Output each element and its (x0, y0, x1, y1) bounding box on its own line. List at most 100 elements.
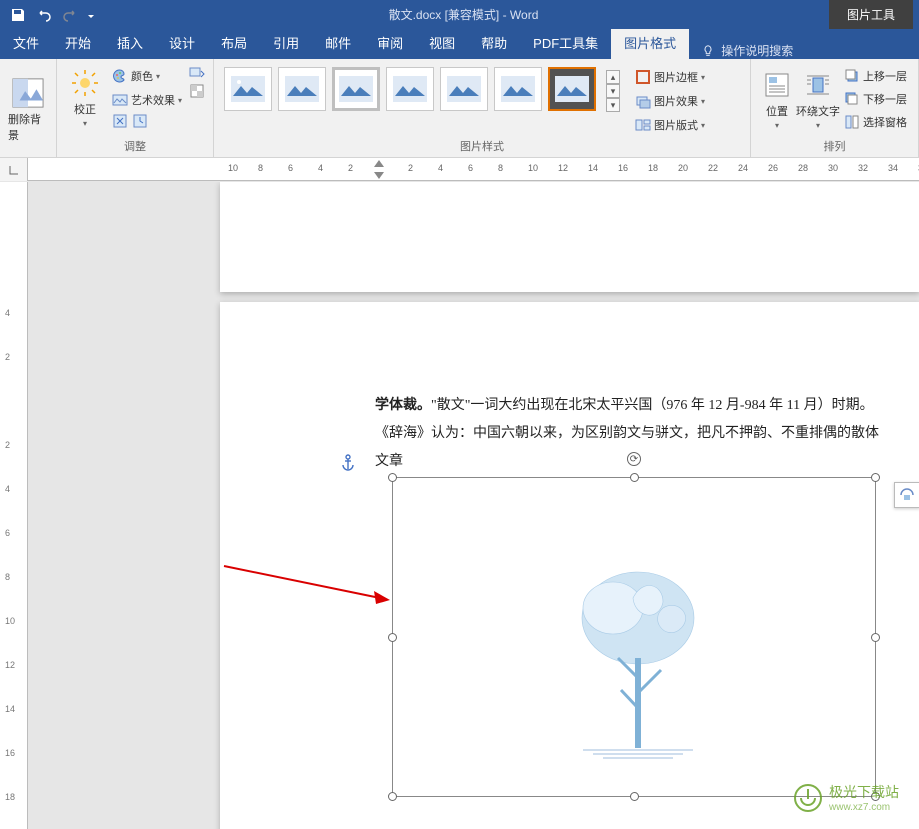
group-adjust: 校正 ▾ 颜色▾ 艺术效果▾ (57, 59, 214, 157)
wrap-icon (805, 72, 831, 98)
layout-options-button[interactable] (894, 482, 919, 508)
effects-icon (635, 93, 651, 109)
resize-handle-bl[interactable] (388, 792, 397, 801)
tab-file[interactable]: 文件 (0, 29, 52, 59)
forward-label: 上移一层 (863, 68, 907, 84)
tab-view[interactable]: 视图 (416, 29, 468, 59)
gallery-down[interactable]: ▾ (606, 84, 620, 98)
style-thumb-2[interactable] (278, 67, 326, 111)
chevron-down-icon (86, 10, 96, 20)
compress-pictures-button[interactable] (112, 113, 128, 129)
layout-icon (635, 117, 651, 133)
undo-button[interactable] (32, 3, 56, 27)
position-label: 位置 (766, 103, 788, 119)
watermark-url: www.xz7.com (829, 802, 899, 813)
picture-effects-button[interactable]: 图片效果▾ (632, 90, 708, 112)
save-icon (10, 7, 26, 23)
tell-me-search[interactable]: 操作说明搜索 (689, 42, 805, 59)
tab-review[interactable]: 审阅 (364, 29, 416, 59)
style-thumb-5[interactable] (440, 67, 488, 111)
document-title: 散文.docx [兼容模式] - Word (98, 6, 829, 23)
horizontal-ruler[interactable]: 2 10864224681012141618202224262830323436 (0, 158, 919, 181)
group-arrange: 位置▾ 环绕文字▾ 上移一层 下移一层 选择窗格 (751, 59, 919, 157)
selection-icon (844, 114, 860, 130)
gallery-more[interactable]: ▾ (606, 98, 620, 112)
palette-icon (112, 68, 128, 84)
style-thumb-3[interactable] (332, 67, 380, 111)
tab-layout[interactable]: 布局 (208, 29, 260, 59)
tab-help[interactable]: 帮助 (468, 29, 520, 59)
picture-effects-label: 图片效果 (654, 93, 698, 109)
ruler-corner[interactable] (0, 158, 28, 181)
arrange-group-label: 排列 (757, 136, 912, 157)
selection-pane-button[interactable]: 选择窗格 (841, 111, 910, 133)
qat-customize[interactable] (84, 3, 98, 27)
styles-group-label: 图片样式 (220, 136, 744, 157)
title-bar: 散文.docx [兼容模式] - Word 图片工具 (0, 0, 919, 29)
context-tab-picture-tools: 图片工具 (829, 0, 913, 29)
position-icon (764, 72, 790, 98)
tree-image (543, 558, 733, 768)
picture-layout-button[interactable]: 图片版式▾ (632, 114, 708, 136)
gallery-up[interactable]: ▴ (606, 70, 620, 84)
resize-handle-tl[interactable] (388, 473, 397, 482)
position-button[interactable]: 位置▾ (757, 62, 797, 136)
style-thumb-7[interactable] (548, 67, 596, 111)
transparency-button[interactable] (189, 83, 205, 99)
redo-icon (62, 7, 78, 23)
ribbon: 删除背景 校正 ▾ 颜色▾ (0, 59, 919, 158)
layout-options-icon (898, 486, 916, 504)
anchor-icon[interactable] (340, 454, 356, 475)
bring-forward-button[interactable]: 上移一层 (841, 65, 910, 87)
rotate-handle[interactable]: ⟳ (627, 452, 641, 466)
reset-picture-button[interactable] (132, 113, 148, 129)
tab-pdf[interactable]: PDF工具集 (520, 29, 611, 59)
remove-background-button[interactable]: 删除背景 (6, 75, 50, 145)
style-thumb-4[interactable] (386, 67, 434, 111)
resize-handle-tm[interactable] (630, 473, 639, 482)
watermark-icon (793, 783, 823, 813)
tab-home[interactable]: 开始 (52, 29, 104, 59)
redo-button[interactable] (58, 3, 82, 27)
ribbon-tabs: 文件 开始 插入 设计 布局 引用 邮件 审阅 视图 帮助 PDF工具集 图片格… (0, 29, 919, 59)
watermark: 极光下载站 www.xz7.com (793, 782, 899, 813)
selected-image-frame[interactable]: ⟳ (392, 477, 876, 797)
wrap-text-button[interactable]: 环绕文字▾ (797, 62, 839, 136)
paragraph-1: 学体裁。"散文"一词大约出现在北宋太平兴国（976 年 12 月-984 年 1… (375, 392, 890, 420)
picture-border-button[interactable]: 图片边框▾ (632, 66, 708, 88)
ruler-strip[interactable]: 2 10864224681012141618202224262830323436 (28, 158, 919, 180)
send-backward-button[interactable]: 下移一层 (841, 88, 910, 110)
style-thumb-1[interactable] (224, 67, 272, 111)
document-area: 422468101214161820 学体裁。"散文"一词大约出现在北宋太平兴国… (0, 182, 919, 829)
resize-handle-tr[interactable] (871, 473, 880, 482)
resize-handle-bm[interactable] (630, 792, 639, 801)
tab-mailings[interactable]: 邮件 (312, 29, 364, 59)
quick-access-toolbar (6, 3, 98, 27)
resize-handle-mr[interactable] (871, 633, 880, 642)
tab-design[interactable]: 设计 (156, 29, 208, 59)
border-icon (635, 69, 651, 85)
color-button[interactable]: 颜色▾ (109, 65, 185, 87)
tell-me-label: 操作说明搜索 (721, 42, 793, 59)
resize-handle-ml[interactable] (388, 633, 397, 642)
change-picture-button[interactable] (189, 65, 205, 81)
style-thumb-6[interactable] (494, 67, 542, 111)
tab-insert[interactable]: 插入 (104, 29, 156, 59)
picture-styles-gallery: ▴ ▾ ▾ (220, 62, 624, 112)
tab-picture-format[interactable]: 图片格式 (611, 29, 689, 59)
corrections-button[interactable]: 校正 ▾ (63, 62, 107, 132)
lightbulb-icon (701, 44, 715, 58)
artistic-label: 艺术效果 (131, 92, 175, 108)
artistic-effects-button[interactable]: 艺术效果▾ (109, 89, 185, 111)
tab-stop-icon (8, 164, 20, 176)
picture-border-label: 图片边框 (654, 69, 698, 85)
gallery-controls: ▴ ▾ ▾ (606, 70, 620, 112)
remove-bg-label: 删除背景 (8, 111, 48, 143)
tab-references[interactable]: 引用 (260, 29, 312, 59)
group-picture-styles: ▴ ▾ ▾ 图片边框▾ 图片效果▾ 图片版式▾ (214, 59, 751, 157)
vertical-ruler[interactable]: 422468101214161820 (0, 182, 28, 829)
bold-span: 学体裁。 (375, 398, 431, 413)
color-label: 颜色 (131, 68, 153, 84)
wrap-label: 环绕文字 (796, 103, 840, 119)
save-button[interactable] (6, 3, 30, 27)
